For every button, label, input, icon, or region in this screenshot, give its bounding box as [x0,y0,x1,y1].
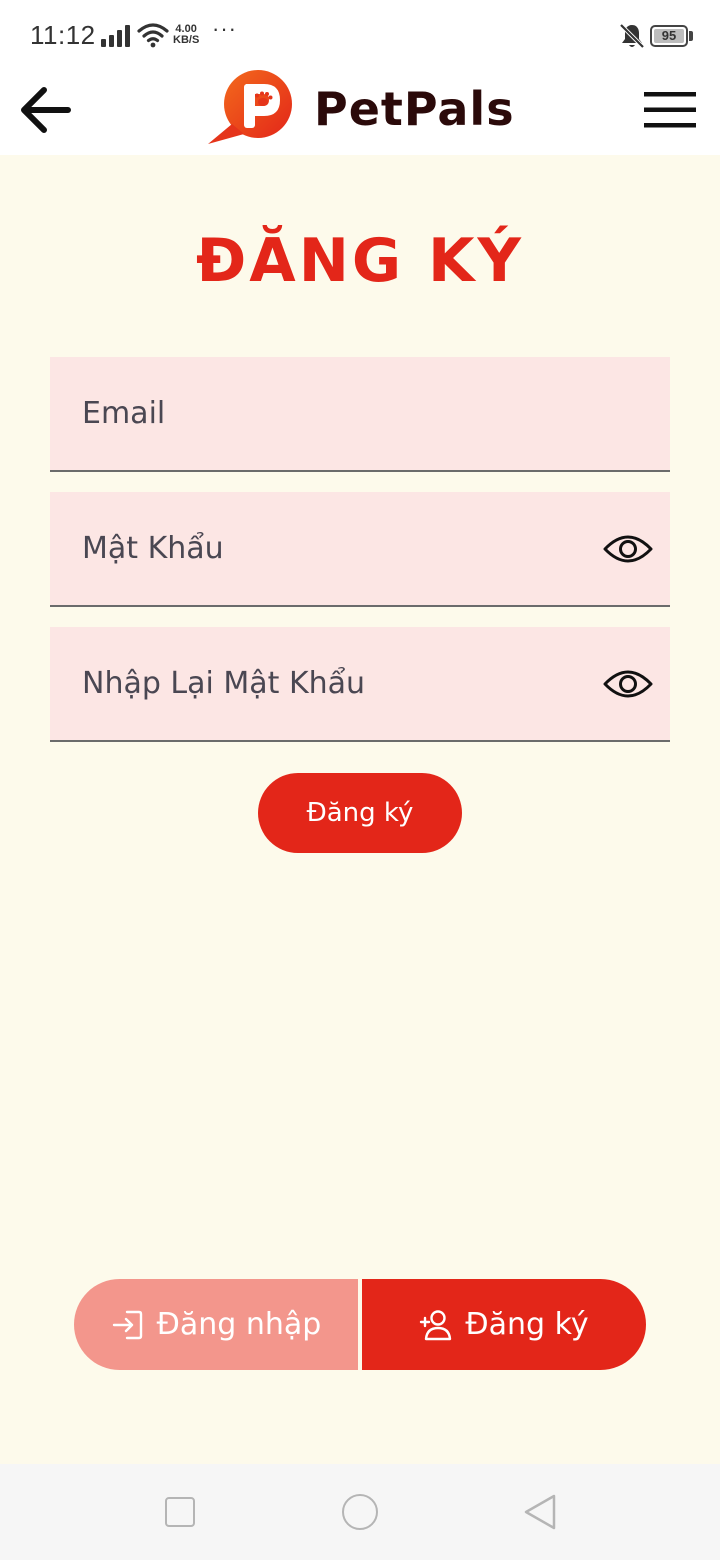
brand-name: PetPals [314,82,515,136]
app-header: PetPals [0,64,720,155]
system-nav-bar [0,1464,720,1560]
wifi-icon [137,23,169,48]
signal-icon [101,25,130,47]
eye-icon[interactable] [603,668,653,700]
email-field [50,357,670,472]
register-tab-label: Đăng ký [465,1307,589,1342]
battery-tip [689,31,693,41]
password-input[interactable] [82,492,602,605]
register-submit-button[interactable]: Đăng ký [258,773,462,853]
password-field [50,492,670,607]
add-user-icon [420,1309,452,1340]
hamburger-menu-icon[interactable] [642,90,698,130]
home-icon[interactable] [342,1494,378,1530]
page-title: ĐĂNG KÝ [195,226,524,296]
paw-speech-bubble-icon [208,70,292,144]
status-time: 11:12 [30,20,96,50]
recent-apps-icon[interactable] [165,1497,195,1527]
back-triangle-icon[interactable] [522,1492,558,1532]
eye-icon[interactable] [603,533,653,565]
network-speed-unit: KB/S [173,34,200,46]
muted-bell-icon [619,23,645,49]
login-tab-button[interactable]: Đăng nhập [74,1279,358,1370]
battery-indicator: 95 [650,25,688,47]
confirm-password-field [50,627,670,742]
arrow-left-icon[interactable] [18,84,74,136]
status-bar: 11:12 4.00 KB/S ··· 95 [0,0,720,64]
confirm-password-input[interactable] [82,627,602,740]
login-tab-label: Đăng nhập [156,1307,322,1342]
status-overflow-dots: ··· [212,16,237,41]
brand-logo: PetPals [206,68,516,150]
register-tab-button[interactable]: Đăng ký [362,1279,646,1370]
login-icon [112,1310,142,1339]
network-speed: 4.00 KB/S [173,24,199,46]
email-input[interactable] [82,357,602,470]
battery-level: 95 [661,28,677,43]
